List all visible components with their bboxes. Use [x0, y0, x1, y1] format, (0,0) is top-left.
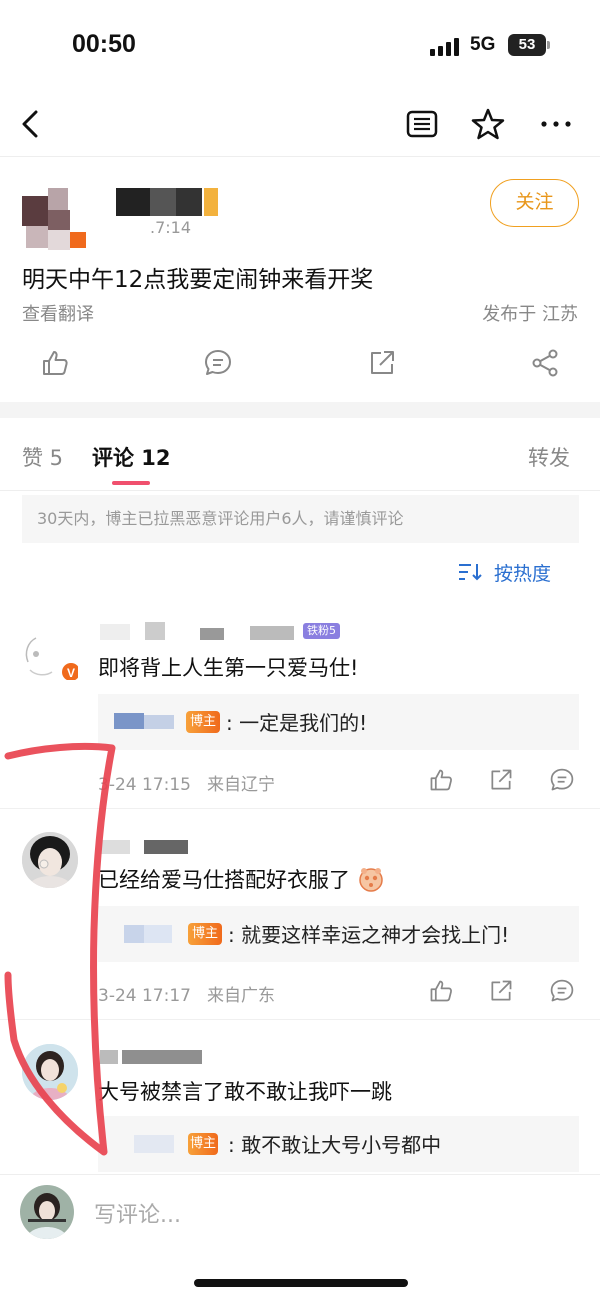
tabs-bar: 赞 5 评论 12 转发	[0, 418, 600, 488]
comment-meta: 3-24 17:15 来自辽宁	[98, 770, 275, 795]
op-badge: 博主	[186, 711, 220, 733]
emoji-icon	[358, 868, 383, 892]
status-bar: 00:50 5G 53	[0, 0, 600, 90]
follow-button[interactable]: 关注	[490, 179, 579, 227]
forward-icon[interactable]	[530, 348, 560, 378]
like-icon[interactable]	[428, 978, 454, 1004]
post-card: .7:14 关注 明天中午12点我要定闹钟来看开奖 查看翻译 发布于 江苏	[0, 160, 600, 400]
poster-name[interactable]	[116, 188, 221, 218]
comment-item: 大号被禁言了敢不敢让我吓一跳 博主 : 敢不敢让大号小号都中	[0, 1030, 600, 1174]
status-time: 00:50	[72, 30, 136, 58]
signal-icon	[430, 38, 459, 56]
replier-name	[114, 925, 174, 943]
like-icon[interactable]	[428, 767, 454, 793]
reply-icon[interactable]	[549, 978, 575, 1004]
post-location: 发布于 江苏	[482, 304, 578, 325]
nav-bar	[0, 96, 600, 154]
blacklist-notice: 30天内，博主已拉黑恶意评论用户6人，请谨慎评论	[22, 495, 579, 543]
comment-meta: 3-24 17:17 来自广东	[98, 981, 275, 1006]
sort-label: 按热度	[494, 563, 552, 585]
back-icon[interactable]	[14, 106, 50, 142]
home-indicator	[194, 1279, 408, 1287]
commenter-avatar[interactable]	[22, 1044, 78, 1100]
user-avatar[interactable]	[20, 1185, 74, 1239]
share-icon[interactable]	[488, 978, 514, 1004]
section-separator	[0, 402, 600, 418]
comment-item: 已经给爱马仕搭配好衣服了 博主 : 就要这样幸运之神才会找上门! 3-24 17…	[0, 820, 600, 1020]
tabs-divider	[0, 490, 600, 491]
reply-text: : 就要这样幸运之神才会找上门!	[228, 923, 510, 947]
tab-comments[interactable]: 评论 12	[92, 442, 171, 472]
reader-icon[interactable]	[404, 106, 440, 142]
commenter-avatar[interactable]: V	[22, 624, 80, 681]
more-icon[interactable]	[538, 106, 574, 142]
comment-bar: 写评论...	[0, 1174, 600, 1254]
reply-text: : 敢不敢让大号小号都中	[228, 1133, 442, 1157]
svg-text:V: V	[67, 666, 75, 680]
comment-text: 已经给爱马仕搭配好衣服了	[98, 864, 385, 894]
share-icon[interactable]	[488, 767, 514, 793]
poster-avatar[interactable]	[22, 188, 86, 252]
tab-reposts[interactable]: 转发	[528, 442, 570, 472]
active-tab-indicator	[112, 481, 150, 485]
comment-divider	[0, 1019, 600, 1020]
battery-icon: 53	[508, 34, 550, 56]
fan-badge: 铁粉5	[303, 623, 340, 639]
comment-text: 大号被禁言了敢不敢让我吓一跳	[98, 1080, 392, 1104]
share-icon[interactable]	[367, 348, 397, 378]
sort-control[interactable]: 按热度	[458, 558, 578, 586]
comment-time: 3-24 17:15	[98, 775, 191, 795]
comment-item: V 铁粉5 即将背上人生第一只爱马仕! 博主 : 一定是我们的! 3-24 17…	[0, 610, 600, 810]
op-badge: 博主	[188, 923, 222, 945]
sort-icon	[459, 564, 482, 581]
network-type: 5G	[470, 34, 496, 55]
comment-location: 来自辽宁	[206, 775, 275, 795]
replier-name	[114, 713, 174, 731]
comment-input[interactable]: 写评论...	[94, 1197, 181, 1229]
commenter-avatar[interactable]	[22, 832, 78, 888]
replier-name	[114, 1135, 174, 1153]
commenter-name[interactable]	[100, 840, 200, 862]
reply-preview[interactable]: 博主 : 就要这样幸运之神才会找上门!	[98, 906, 579, 962]
comment-text: 即将背上人生第一只爱马仕!	[98, 656, 359, 680]
post-time: .7:14	[150, 218, 192, 237]
comment-time: 3-24 17:17	[98, 986, 191, 1006]
commenter-name[interactable]	[100, 1044, 210, 1066]
post-text: 明天中午12点我要定闹钟来看开奖	[22, 267, 374, 293]
op-badge: 博主	[188, 1133, 218, 1155]
reply-preview[interactable]: 博主 : 敢不敢让大号小号都中	[98, 1116, 579, 1172]
reply-text: : 一定是我们的!	[226, 711, 368, 735]
star-icon[interactable]	[470, 106, 506, 142]
translate-link[interactable]: 查看翻译	[22, 300, 94, 326]
like-icon[interactable]	[40, 348, 70, 378]
comment-text-content: 已经给爱马仕搭配好衣服了	[98, 868, 350, 892]
tab-likes[interactable]: 赞 5	[22, 442, 63, 472]
reply-icon[interactable]	[549, 767, 575, 793]
nav-divider	[0, 156, 600, 157]
comment-location: 来自广东	[206, 986, 275, 1006]
comment-icon[interactable]	[203, 348, 233, 378]
reply-preview[interactable]: 博主 : 一定是我们的!	[98, 694, 579, 750]
comment-divider	[0, 808, 600, 809]
battery-level: 53	[508, 34, 546, 56]
commenter-name[interactable]	[100, 622, 300, 644]
